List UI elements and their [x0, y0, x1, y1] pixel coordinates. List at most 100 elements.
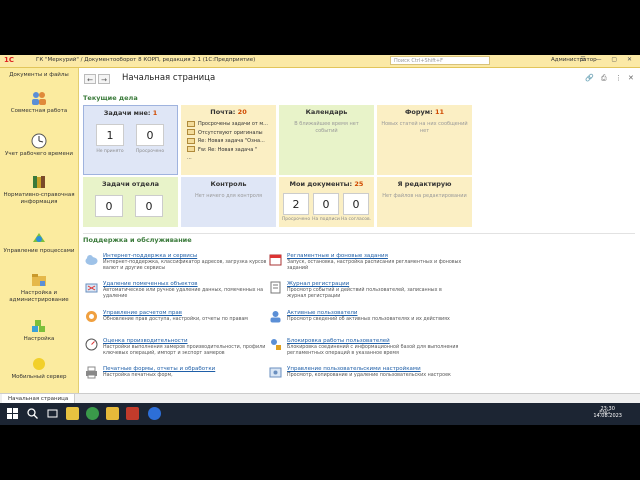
tile-tasks-me[interactable]: Задачи мне: 1 1 0 Не принято Просрочено — [83, 105, 178, 175]
close-page-icon[interactable]: ✕ — [628, 74, 634, 82]
rights-icon — [86, 311, 97, 322]
count-label: На подписи — [312, 217, 340, 222]
section-support: Поддержка и обслуживание — [83, 236, 192, 244]
support-link[interactable]: Блокировка работы пользователей — [287, 338, 390, 344]
explorer-icon[interactable] — [106, 407, 119, 420]
app-logo: 1С — [4, 56, 15, 64]
sidebar-item-processes[interactable]: Управление процессами — [0, 230, 78, 255]
lock-users-icon — [271, 339, 281, 350]
back-button[interactable]: ← — [84, 74, 96, 84]
system-clock[interactable]: 23:30 14.08.2023 — [593, 406, 622, 420]
tile-title: Календарь — [305, 108, 348, 116]
forward-button[interactable]: → — [98, 74, 110, 84]
mail-more[interactable]: ... — [187, 154, 268, 163]
sections-sidebar: Документы и файлы Совместная работа Учет… — [0, 68, 79, 393]
support-link[interactable]: Интернет-поддержка и сервисы — [103, 253, 197, 259]
support-desc: Запуск, остановка, настройка расписания … — [287, 260, 462, 271]
tile-title: Контроль — [210, 180, 247, 188]
support-desc: Настройки выполнения замеров производите… — [103, 345, 266, 356]
mail-item[interactable]: Отсутствуют оригиналы — [187, 129, 268, 138]
sidebar-item-documents[interactable]: Документы и файлы — [0, 70, 78, 79]
cloud-icon — [85, 255, 98, 265]
support-desc: Просмотр событий и действий пользователе… — [287, 288, 442, 299]
gauge-icon — [85, 338, 98, 351]
chrome-icon[interactable] — [86, 407, 99, 420]
books-icon — [33, 176, 45, 188]
support-link[interactable]: Удаление помеченных объектов — [103, 281, 198, 287]
sidebar-item-collaboration[interactable]: Совместная работа — [0, 90, 78, 115]
link-icon[interactable]: 🔗 — [585, 74, 594, 82]
support-desc: Интернет-поддержка, классификатор адресо… — [103, 260, 267, 271]
dept-count-2[interactable]: 0 — [135, 195, 163, 217]
user-icon — [270, 311, 281, 323]
window-controls[interactable]: ☰ — ▢ ✕ — [580, 56, 636, 63]
tile-title: Мои документы: 25 — [289, 180, 364, 188]
tile-calendar[interactable]: Календарь В ближайшее время нет событий — [279, 105, 374, 175]
sidebar-item-label: Совместная работа — [10, 108, 68, 114]
support-link[interactable]: Управление пользовательскими настройками — [287, 366, 421, 372]
start-icon[interactable] — [6, 407, 19, 420]
sidebar-item-administration[interactable]: Настройка и администрирование — [0, 272, 78, 304]
support-desc: Автоматическое или ручное удаление данны… — [103, 288, 264, 299]
docs-approval-count[interactable]: 0 — [343, 193, 369, 215]
tasks-not-accepted-count[interactable]: 1 — [96, 124, 124, 146]
tile-editing[interactable]: Я редактирую Нет файлов на редактировани… — [377, 177, 472, 227]
support-desc: Настройка печатных форм, — [103, 373, 173, 378]
more-icon[interactable]: ⋮ — [615, 74, 622, 82]
sidebar-item-mobile-server[interactable]: Мобильный сервер — [0, 356, 78, 381]
sidebar-item-label: Мобильный сервер — [11, 374, 67, 380]
1c-app-icon[interactable] — [66, 407, 79, 420]
dept-count-1[interactable]: 0 — [95, 195, 123, 217]
support-item-user-settings[interactable]: Управление пользовательскими настройками… — [269, 366, 519, 386]
tile-my-documents[interactable]: Мои документы: 25 2 0 0 Просрочено На по… — [279, 177, 374, 227]
sidebar-item-settings[interactable]: Настройка — [0, 318, 78, 343]
mail-item[interactable]: Fw: Re: Новая задача " — [187, 146, 268, 155]
support-link[interactable]: Оценка производительности — [103, 338, 188, 344]
zoom-icon[interactable] — [148, 407, 161, 420]
sidebar-item-label: Учет рабочего времени — [4, 151, 73, 157]
mail-item[interactable]: Re: Новая задача "Озна... — [187, 137, 268, 146]
support-link[interactable]: Печатные формы, отчеты и обработки — [103, 366, 215, 372]
mail-item[interactable]: Просрочены задачи от м... — [187, 120, 268, 129]
tile-title: Почта: 20 — [210, 108, 247, 116]
docs-overdue-count[interactable]: 2 — [283, 193, 309, 215]
support-item-scheduled-jobs[interactable]: Регламентные и фоновые задания Запуск, о… — [269, 253, 519, 277]
support-link[interactable]: Журнал регистрации — [287, 281, 349, 287]
support-item-lock-users[interactable]: Блокировка работы пользователей Блокиров… — [269, 338, 519, 362]
tile-forum[interactable]: Форум: 11 Новых статей на них сообщений … — [377, 105, 472, 175]
docs-signing-count[interactable]: 0 — [313, 193, 339, 215]
support-link[interactable]: Регламентные и фоновые задания — [287, 253, 388, 259]
app-titlebar: 1С ГК "Меркурий" / Документооборот 8 КОР… — [0, 55, 640, 68]
task-view-icon[interactable] — [46, 407, 59, 420]
support-desc: Просмотр сведений об активных пользовате… — [287, 317, 450, 322]
page-title: Начальная страница — [122, 73, 216, 83]
print-icon[interactable]: ⎙ — [601, 74, 607, 83]
envelope-icon — [187, 120, 195, 127]
tile-mail[interactable]: Почта: 20 Просрочены задачи от м... Отсу… — [181, 105, 276, 175]
section-current-tasks: Текущие дела — [83, 94, 138, 102]
blocks-icon — [32, 320, 45, 332]
support-link[interactable]: Управление расчетом прав — [103, 310, 182, 316]
delete-icon — [85, 283, 98, 293]
main-content: ← → Начальная страница 🔗 ⎙ ⋮ ✕ Текущие д… — [79, 68, 640, 393]
sidebar-item-time-tracking[interactable]: Учет рабочего времени — [0, 133, 78, 158]
tasks-overdue-count[interactable]: 0 — [136, 124, 164, 146]
support-item-event-log[interactable]: Журнал регистрации Просмотр событий и де… — [269, 281, 519, 305]
tile-tasks-dept[interactable]: Задачи отдела 0 0 — [83, 177, 178, 227]
support-item-active-users[interactable]: Активные пользователи Просмотр сведений … — [269, 310, 519, 330]
tile-empty-text: Нет файлов на редактировании — [382, 193, 467, 199]
folder-settings-icon — [32, 274, 46, 286]
sidebar-item-reference[interactable]: Нормативно-справочная информация — [0, 174, 78, 206]
global-search-input[interactable]: Поиск Ctrl+Shift+F — [390, 56, 490, 65]
tile-title: Я редактирую — [397, 180, 452, 188]
clock-icon — [31, 133, 47, 149]
mail-list: Просрочены задачи от м... Отсутствуют ор… — [187, 120, 268, 163]
search-icon[interactable] — [26, 407, 39, 420]
sidebar-item-label: Настройка и администрирование — [9, 290, 69, 303]
envelope-icon — [187, 129, 195, 135]
support-desc: Обновление прав доступа, настройки, отче… — [103, 317, 248, 322]
support-link[interactable]: Активные пользователи — [287, 310, 357, 316]
app-red-icon[interactable] — [126, 407, 139, 420]
tile-control[interactable]: Контроль Нет ничего для контроля — [181, 177, 276, 227]
printer-icon — [86, 366, 97, 379]
